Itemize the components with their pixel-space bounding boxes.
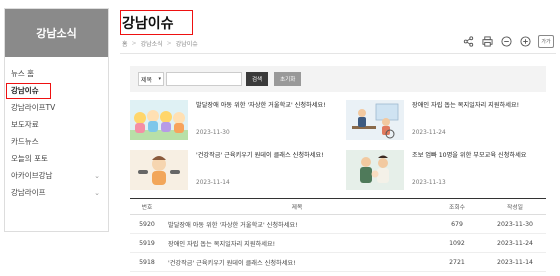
row-number: 5918 <box>139 258 155 266</box>
chevron-down-icon: ▾ <box>158 76 161 82</box>
sidebar-item-press-release[interactable]: 보도자료 <box>5 116 108 133</box>
sidebar-title: 강남소식 <box>5 9 108 57</box>
featured-card[interactable]: 조보 엄빠 10명을 위한 부모교육 신청하세요 2023-11-13 <box>346 150 551 194</box>
table-row[interactable]: 5919 장애인 자립 돕는 복지일자리 지원하세요! 1092 2023-11… <box>130 234 546 253</box>
sidebar-item-card-news[interactable]: 카드뉴스 <box>5 133 108 150</box>
sidebar-item-news-home[interactable]: 뉴스 홈 <box>5 65 108 82</box>
column-header-title: 제목 <box>291 205 303 211</box>
card-date: 2023-11-24 <box>412 130 446 136</box>
text-size-button[interactable]: 가가 <box>538 35 554 48</box>
highlight-box <box>6 83 51 99</box>
card-thumbnail <box>130 150 188 190</box>
table-row[interactable]: 5920 발달장애 아동 위한 '자상한 거울학교' 신청하세요! 679 20… <box>130 215 546 234</box>
chevron-down-icon: ⌄ <box>94 188 100 197</box>
zoom-out-icon[interactable] <box>500 35 513 48</box>
row-title-link[interactable]: 발달장애 아동 위한 '자상한 거울학교' 신청하세요! <box>164 220 430 229</box>
featured-card[interactable]: '건강작금' 근육키우기 원데이 클래스 신청하세요! 2023-11-14 <box>130 150 335 194</box>
search-field-select[interactable]: 제목 ▾ <box>138 72 164 86</box>
zoom-in-icon[interactable] <box>519 35 532 48</box>
row-views: 1092 <box>449 239 465 247</box>
row-number: 5920 <box>139 220 155 228</box>
column-header-date: 작성일 <box>507 205 523 211</box>
reset-button[interactable]: 초기화 <box>274 72 302 86</box>
card-thumbnail <box>346 100 404 140</box>
featured-cards: 발달장애 아동 위한 '자상한 거울학교' 신청하세요! 2023-11-30 … <box>130 98 550 194</box>
row-date: 2023-11-24 <box>497 239 533 247</box>
share-icon[interactable] <box>462 35 475 48</box>
sidebar-item-label: 아카이브강남 <box>11 171 53 180</box>
breadcrumb-home[interactable]: 홈 <box>122 39 128 48</box>
featured-card[interactable]: 발달장애 아동 위한 '자상한 거울학교' 신청하세요! 2023-11-30 <box>130 100 335 144</box>
row-title-link[interactable]: 장애인 자립 돕는 복지일자리 지원하세요! <box>164 239 430 248</box>
row-date: 2023-11-30 <box>497 220 533 228</box>
row-date: 2023-11-14 <box>497 258 533 266</box>
card-thumbnail <box>346 150 404 190</box>
search-input[interactable] <box>166 72 242 86</box>
card-title: 조보 엄빠 10명을 위한 부모교육 신청하세요 <box>412 152 527 159</box>
main-content: 강남이슈 홈 > 강남소식 > 강남이슈 가가 제목 ▾ 검색 초기화 발달장애… <box>120 0 556 276</box>
column-header-no: 번호 <box>141 205 153 211</box>
sidebar-item-archive[interactable]: 아카이브강남 ⌄ <box>5 167 108 184</box>
chevron-down-icon: ⌄ <box>94 171 100 180</box>
breadcrumb-separator: > <box>166 40 172 47</box>
highlight-box <box>120 10 193 35</box>
breadcrumb-separator: > <box>131 40 137 47</box>
card-date: 2023-11-14 <box>196 180 230 186</box>
card-title: '건강작금' 근육키우기 원데이 클래스 신청하세요! <box>196 152 324 159</box>
sidebar-item-label: 카드뉴스 <box>11 137 39 146</box>
sidebar-item-label: 강남라이프TV <box>11 103 56 112</box>
page-tools: 가가 <box>462 35 554 48</box>
search-bar: 제목 ▾ 검색 초기화 <box>130 66 546 92</box>
card-date: 2023-11-30 <box>196 130 230 136</box>
breadcrumb-current: 강남이슈 <box>175 41 198 48</box>
sidebar-item-label: 보도자료 <box>11 120 39 129</box>
select-value: 제목 <box>141 76 153 84</box>
row-views: 679 <box>451 220 463 228</box>
issue-table: 번호 제목 조회수 작성일 5920 발달장애 아동 위한 '자상한 거울학교'… <box>130 198 546 272</box>
card-title: 발달장애 아동 위한 '자상한 거울학교' 신청하세요! <box>196 102 326 109</box>
breadcrumb: 홈 > 강남소식 > 강남이슈 <box>122 39 198 48</box>
print-icon[interactable] <box>481 35 494 48</box>
table-row[interactable]: 5918 '건강작금' 근육키우기 원데이 클래스 신청하세요! 2721 20… <box>130 253 546 272</box>
row-title-link[interactable]: '건강작금' 근육키우기 원데이 클래스 신청하세요! <box>164 258 430 267</box>
featured-card[interactable]: 장애인 자립 돕는 복지일자리 지원하세요! 2023-11-24 <box>346 100 551 144</box>
row-views: 2721 <box>449 258 465 266</box>
search-button[interactable]: 검색 <box>246 72 269 86</box>
row-number: 5919 <box>139 239 155 247</box>
sidebar-item-label: 강남라이프 <box>11 188 46 197</box>
card-date: 2023-11-13 <box>412 180 446 186</box>
breadcrumb-section[interactable]: 강남소식 <box>141 39 163 48</box>
card-thumbnail <box>130 100 188 140</box>
sidebar: 강남소식 뉴스 홈 강남이슈 강남라이프TV 보도자료 카드뉴스 오늘의 포토 … <box>4 8 109 232</box>
sidebar-menu: 뉴스 홈 강남이슈 강남라이프TV 보도자료 카드뉴스 오늘의 포토 아카이브강… <box>5 57 108 201</box>
sidebar-item-gangnam-life-tv[interactable]: 강남라이프TV <box>5 99 108 116</box>
sidebar-item-gangnam-life[interactable]: 강남라이프 ⌄ <box>5 184 108 201</box>
column-header-views: 조회수 <box>449 205 465 211</box>
sidebar-item-label: 오늘의 포토 <box>11 154 48 163</box>
card-title: 장애인 자립 돕는 복지일자리 지원하세요! <box>412 102 520 109</box>
divider <box>120 53 556 54</box>
table-header: 번호 제목 조회수 작성일 <box>130 198 546 215</box>
sidebar-item-label: 뉴스 홈 <box>11 69 35 78</box>
sidebar-item-today-photo[interactable]: 오늘의 포토 <box>5 150 108 167</box>
